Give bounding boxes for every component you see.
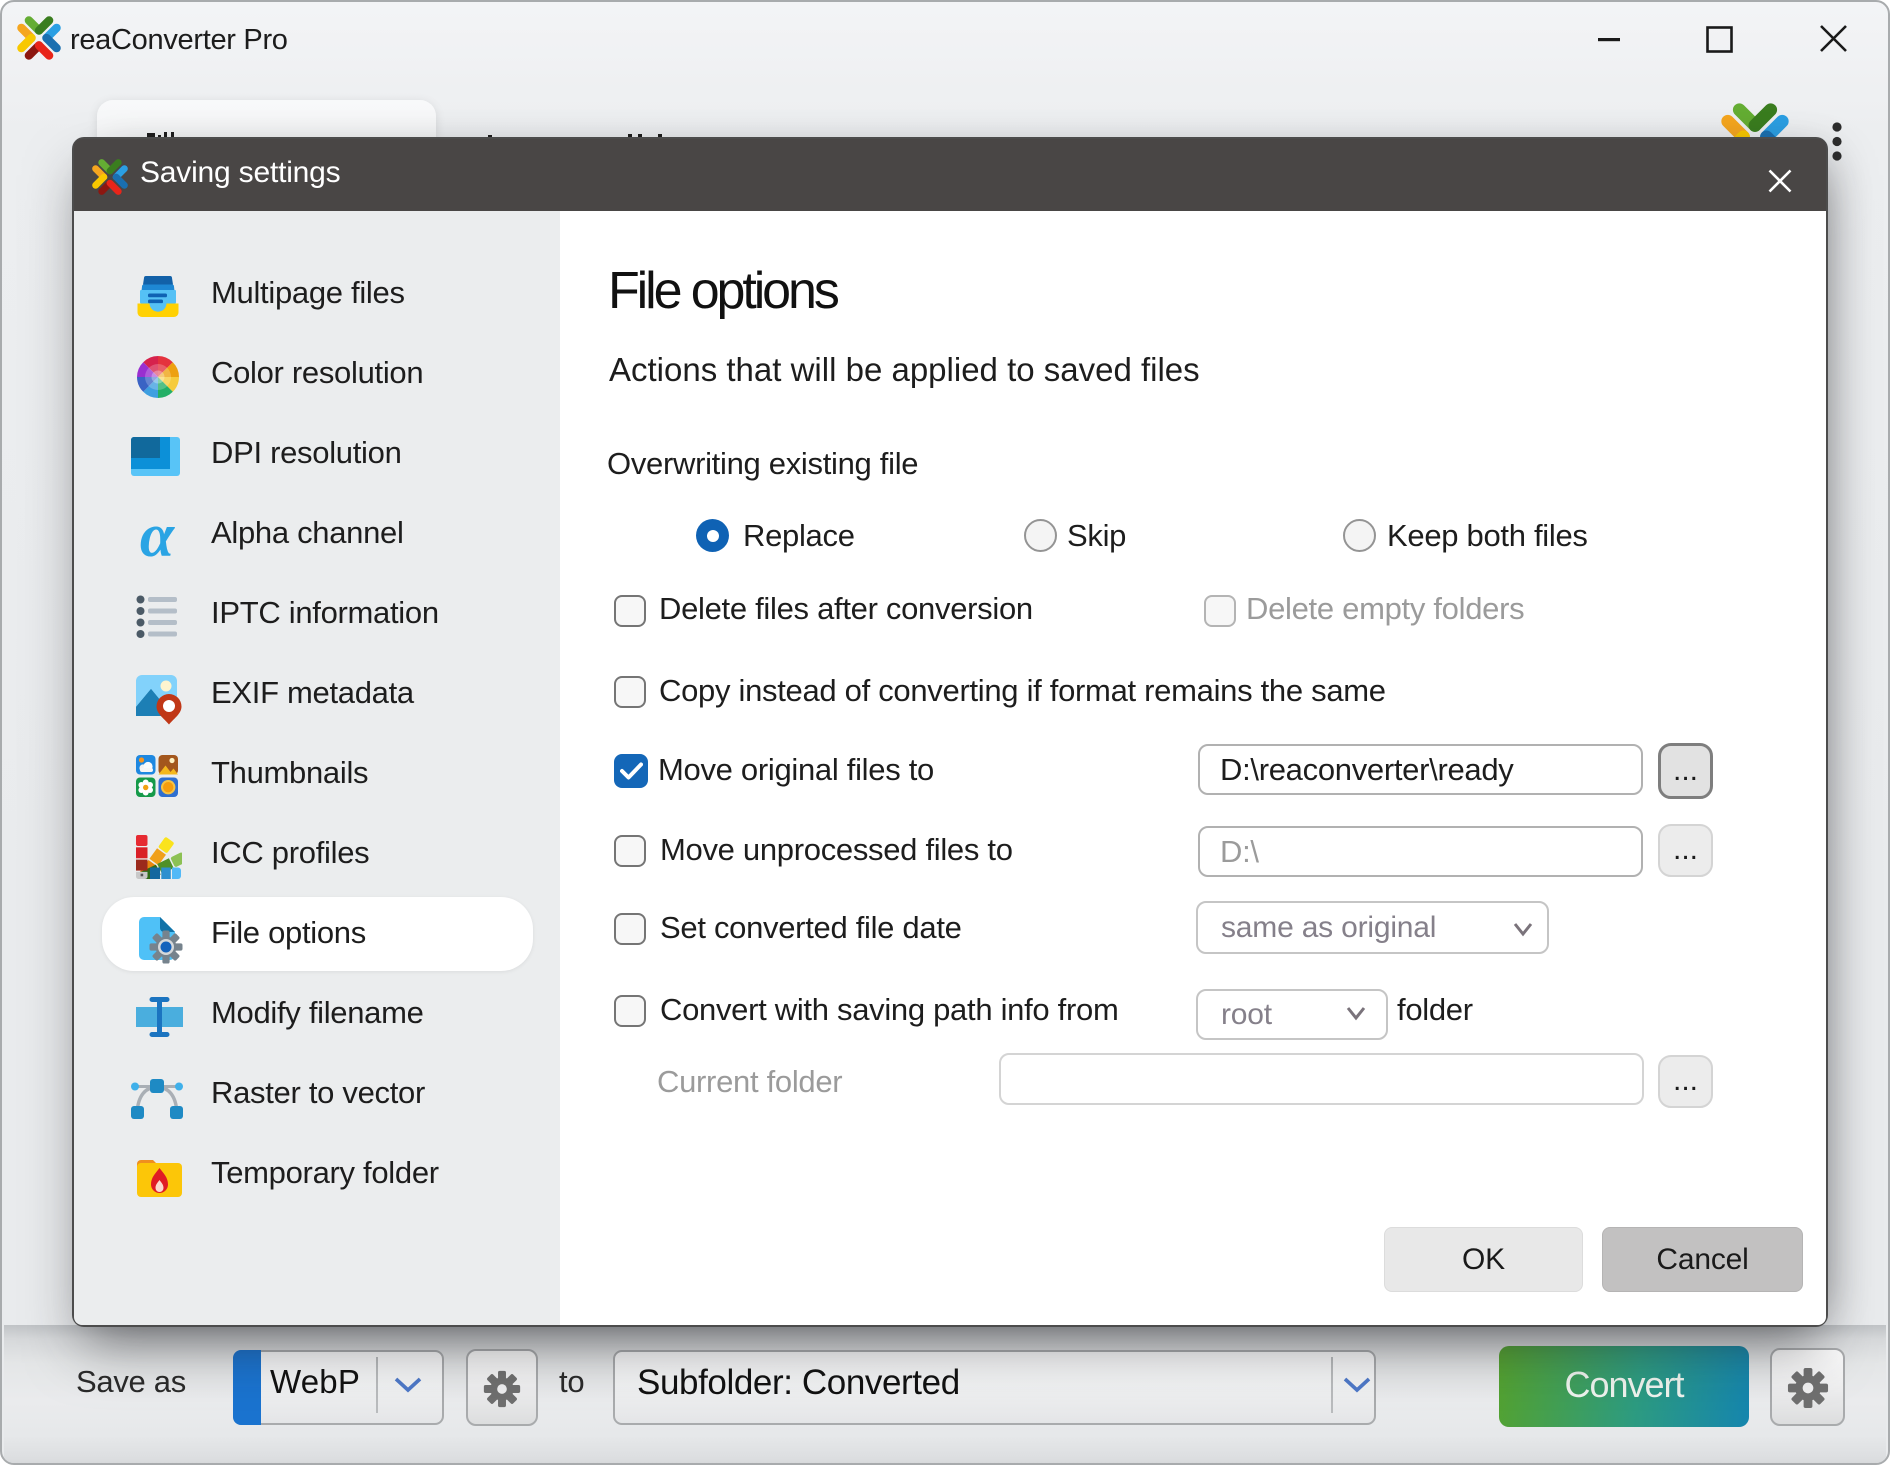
svg-text:α: α [140,502,176,570]
